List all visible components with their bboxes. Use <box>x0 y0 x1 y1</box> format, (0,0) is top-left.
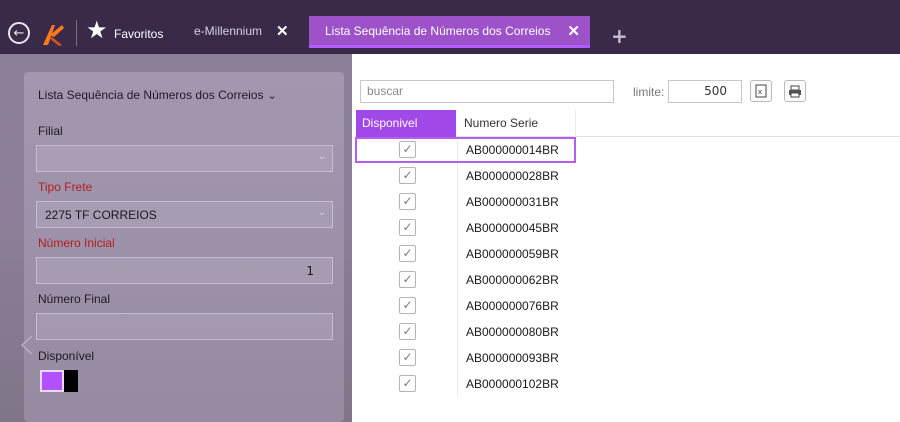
column-header-numero-serie[interactable]: Numero Serie <box>456 110 576 137</box>
disponivel-cell: ✓ <box>356 293 458 319</box>
panel-title-text: Lista Sequência de Números dos Correios <box>38 88 264 102</box>
tipo-frete-label: Tipo Frete <box>38 180 93 194</box>
numero-final-label: Número Final <box>38 292 111 306</box>
numero-serie-cell: AB000000076BR <box>466 299 559 313</box>
numero-inicial-label: Número Inicial <box>38 236 115 250</box>
tab-e-millennium[interactable]: e-Millennium ✕ <box>186 16 289 46</box>
excel-file-icon: x <box>755 84 767 98</box>
disponivel-cell: ✓ <box>356 215 458 241</box>
search-input[interactable]: buscar <box>360 80 614 103</box>
numero-serie-cell: AB000000028BR <box>466 169 559 183</box>
checkbox[interactable]: ✓ <box>399 349 416 366</box>
disponivel-cell: ✓ <box>356 267 458 293</box>
export-excel-button[interactable]: x <box>750 80 772 102</box>
limite-input[interactable]: 500 <box>668 80 742 103</box>
disponivel-cell: ✓ <box>356 319 458 345</box>
add-tab-icon[interactable]: + <box>611 26 628 46</box>
disponivel-cell: ✓ <box>356 371 458 397</box>
star-icon[interactable]: ★ <box>86 18 108 42</box>
back-arrow-icon[interactable]: ← <box>8 22 30 44</box>
numero-serie-cell: AB000000093BR <box>466 351 559 365</box>
filial-select[interactable]: ⌄ <box>36 145 333 172</box>
chevron-down-icon: ⌄ <box>267 90 277 102</box>
numero-inicial-value: 1 <box>306 264 314 278</box>
tipo-frete-value: 2275 TF CORREIOS <box>45 208 157 222</box>
toggle-track <box>40 370 64 392</box>
numero-inicial-input[interactable]: 1 <box>36 257 333 284</box>
grid-body: ✓ AB000000014BR ✓ AB000000028BR ✓ AB000000031… <box>355 137 900 397</box>
close-icon[interactable]: ✕ <box>276 22 289 40</box>
table-row[interactable]: ✓ AB000000045BR <box>356 215 900 241</box>
checkbox[interactable]: ✓ <box>399 271 416 288</box>
disponivel-toggle[interactable] <box>40 370 78 392</box>
table-row[interactable]: ✓ AB000000028BR <box>356 163 900 189</box>
panel-title[interactable]: Lista Sequência de Números dos Correios ⌄ <box>38 88 277 102</box>
checkbox[interactable]: ✓ <box>399 219 416 236</box>
checkbox[interactable]: ✓ <box>399 193 416 210</box>
numero-serie-cell: AB000000059BR <box>466 247 559 261</box>
print-button[interactable] <box>784 80 806 102</box>
numero-serie-cell: AB000000080BR <box>466 325 559 339</box>
numero-serie-cell: AB000000102BR <box>466 377 559 391</box>
chevron-down-icon: ⌄ <box>317 151 326 162</box>
table-row[interactable]: ✓ AB000000062BR <box>356 267 900 293</box>
app-logo-icon <box>43 25 64 46</box>
numero-serie-cell: AB000000045BR <box>466 221 559 235</box>
table-row[interactable]: ✓ AB000000059BR <box>356 241 900 267</box>
disponivel-cell: ✓ <box>356 241 458 267</box>
column-header-disponivel[interactable]: Disponivel <box>356 110 456 137</box>
checkbox[interactable]: ✓ <box>399 323 416 340</box>
numero-serie-cell: AB000000031BR <box>466 195 559 209</box>
svg-text:x: x <box>758 88 762 96</box>
filial-label: Filial <box>38 124 63 138</box>
tipo-frete-select[interactable]: 2275 TF CORREIOS ⌄ <box>36 201 333 228</box>
selection-outline <box>355 137 576 163</box>
limite-label: limite: <box>633 85 665 99</box>
tab-label: e-Millennium <box>194 24 263 38</box>
checkbox[interactable]: ✓ <box>399 375 416 392</box>
numero-final-input[interactable] <box>36 313 333 340</box>
disponivel-cell: ✓ <box>356 345 458 371</box>
checkbox[interactable]: ✓ <box>399 245 416 262</box>
numero-serie-cell: AB000000062BR <box>466 273 559 287</box>
grid-header: Disponivel Numero Serie <box>356 110 900 137</box>
toggle-knob <box>64 370 78 392</box>
favorites-label[interactable]: Favoritos <box>114 27 163 41</box>
table-row[interactable]: ✓ AB000000076BR <box>356 293 900 319</box>
close-icon[interactable]: ✕ <box>567 22 580 40</box>
checkbox[interactable]: ✓ <box>399 167 416 184</box>
disponivel-cell: ✓ <box>356 189 458 215</box>
table-row[interactable]: ✓ AB000000031BR <box>356 189 900 215</box>
tab-lista-sequencia[interactable]: Lista Sequência de Números dos Correios … <box>309 16 590 48</box>
disponivel-cell: ✓ <box>356 163 458 189</box>
table-row[interactable]: ✓ AB000000080BR <box>356 319 900 345</box>
collapse-panel-icon[interactable] <box>18 334 40 356</box>
table-row[interactable]: ✓ AB000000102BR <box>356 371 900 397</box>
checkbox[interactable]: ✓ <box>399 297 416 314</box>
chevron-down-icon: ⌄ <box>317 207 326 218</box>
tab-label: Lista Sequência de Números dos Correios <box>325 23 551 38</box>
divider <box>76 20 77 46</box>
disponivel-label: Disponível <box>38 349 95 363</box>
table-row[interactable]: ✓ AB000000014BR <box>355 137 900 163</box>
top-bar: ← ★ Favoritos e-Millennium ✕ Lista Sequê… <box>0 0 900 54</box>
table-row[interactable]: ✓ AB000000093BR <box>356 345 900 371</box>
printer-icon <box>789 85 801 97</box>
